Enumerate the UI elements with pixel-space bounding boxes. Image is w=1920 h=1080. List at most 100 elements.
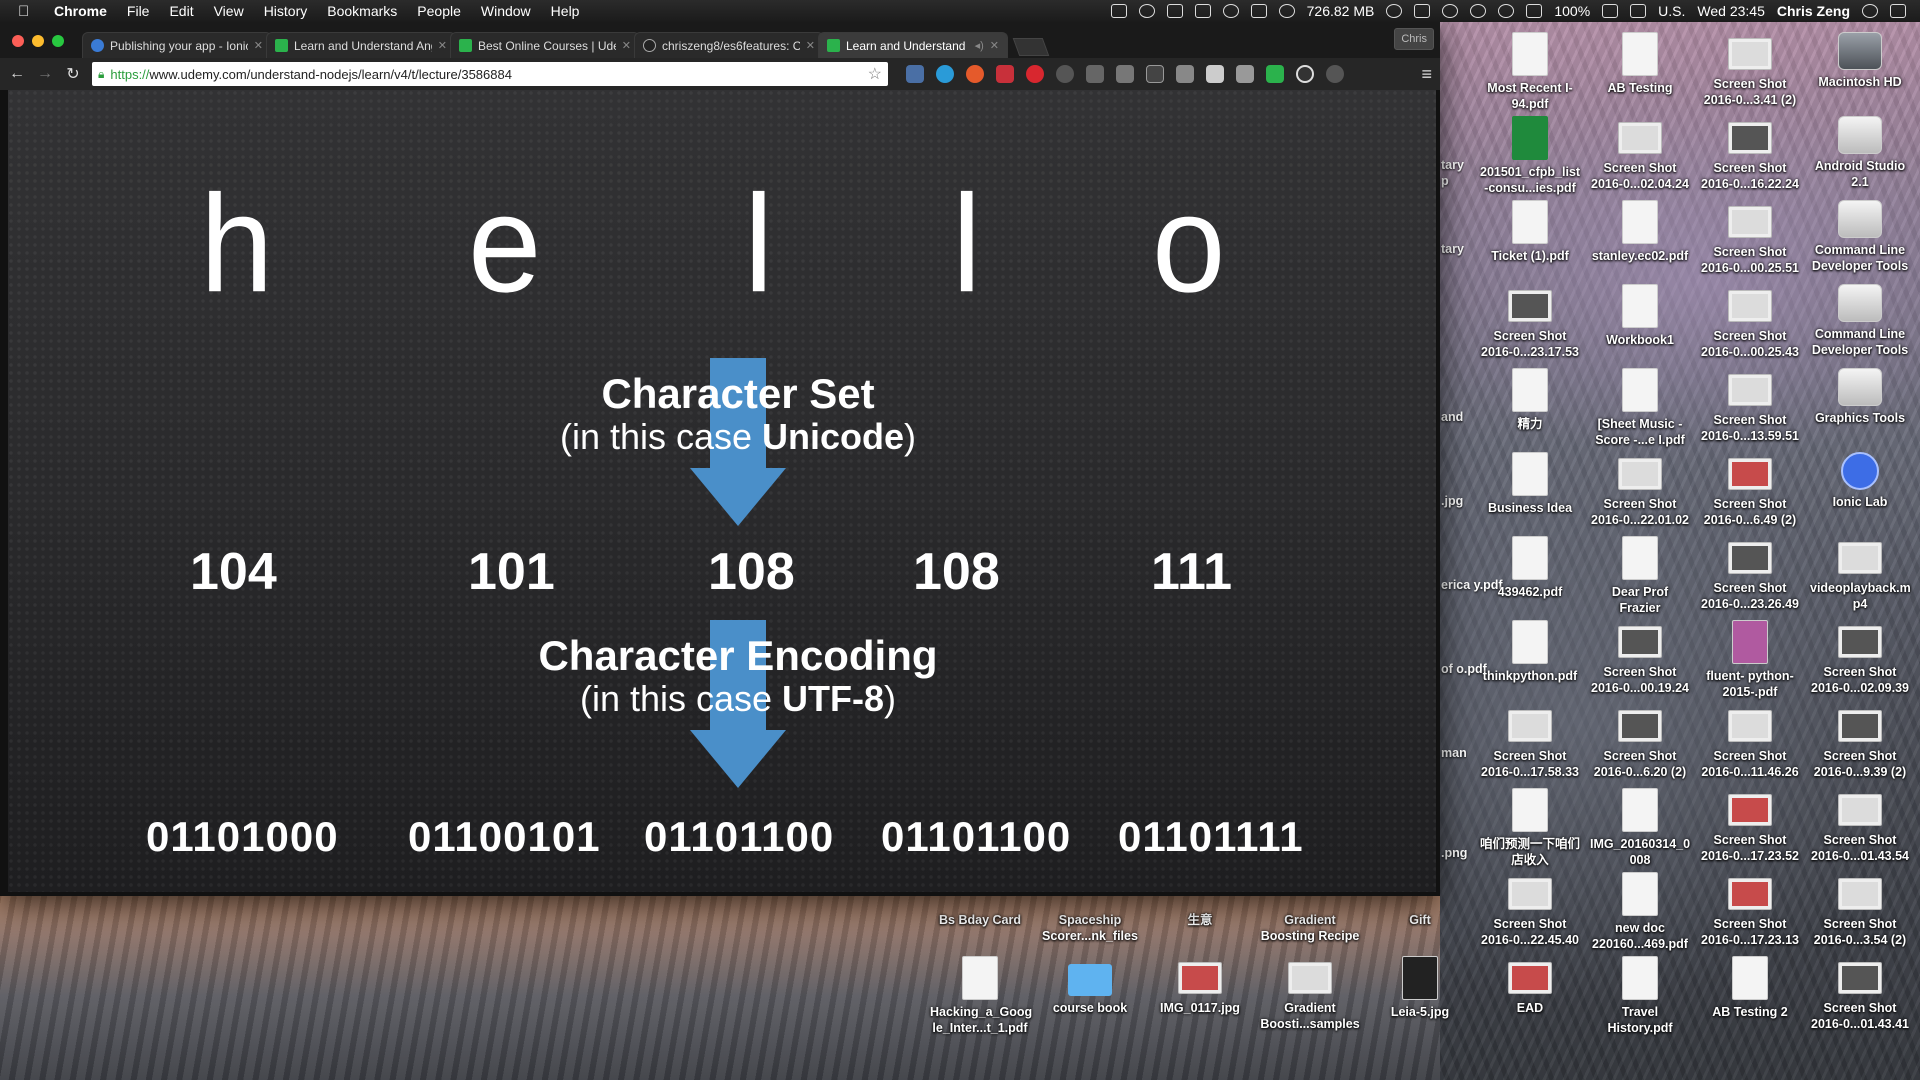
browser-tab[interactable]: Learn and Understand Angular ✕ xyxy=(266,32,456,58)
desktop-file-icon[interactable]: Screen Shot 2016-0...3.41 (2) xyxy=(1700,32,1800,108)
desktop-file-icon[interactable]: Screen Shot 2016-0...22.01.02 xyxy=(1590,452,1690,528)
cut-label[interactable]: tary xyxy=(1441,158,1464,172)
desktop-file-icon[interactable]: [Sheet Music - Score -...e I.pdf xyxy=(1590,368,1690,448)
cut-label[interactable]: tary xyxy=(1441,242,1464,256)
desktop-file-icon[interactable]: Ticket (1).pdf xyxy=(1480,200,1580,264)
cut-label[interactable]: .png xyxy=(1441,846,1467,860)
us-flag-icon[interactable] xyxy=(1630,4,1647,18)
desktop-file-icon[interactable]: Most Recent I-94.pdf xyxy=(1480,32,1580,112)
close-window-button[interactable] xyxy=(12,35,24,47)
desktop-file-icon[interactable]: thinkpython.pdf xyxy=(1480,620,1580,684)
user-name[interactable]: Chris Zeng xyxy=(1777,3,1850,19)
desktop-file-icon[interactable]: Screen Shot 2016-0...02.04.24 xyxy=(1590,116,1690,192)
desktop-app-icon[interactable]: Ionic Lab xyxy=(1810,448,1910,510)
bookmark-star-icon[interactable]: ☆ xyxy=(868,64,882,84)
udemy-extension-icon[interactable] xyxy=(1266,65,1284,83)
desktop-file-icon[interactable]: Screen Shot 2016-0...00.25.51 xyxy=(1700,200,1800,276)
desktop-file-icon[interactable]: Leia-5.jpg xyxy=(1370,956,1470,1020)
block-extension-icon[interactable] xyxy=(1296,65,1314,83)
desktop-file-icon[interactable]: Screen Shot 2016-0...22.45.40 xyxy=(1480,872,1580,948)
desktop-file-icon[interactable]: 439462.pdf xyxy=(1480,536,1580,600)
cloud-icon[interactable] xyxy=(1222,4,1239,18)
desktop-folder-icon[interactable]: course book xyxy=(1040,956,1140,1016)
extension-icon[interactable] xyxy=(1206,65,1224,83)
back-arrow-icon[interactable]: ← xyxy=(8,65,26,83)
menu-view[interactable]: View xyxy=(214,3,244,19)
battery-level[interactable]: 100% xyxy=(1554,3,1590,19)
menu-edit[interactable]: Edit xyxy=(169,3,193,19)
clipboard-icon[interactable] xyxy=(1194,4,1211,18)
spotlight-icon[interactable] xyxy=(1862,4,1878,18)
desktop-drive-icon[interactable]: Android Studio 2.1 xyxy=(1810,112,1910,190)
extension-icon[interactable] xyxy=(1026,65,1044,83)
desktop-file-icon[interactable]: EAD xyxy=(1480,956,1580,1016)
menu-history[interactable]: History xyxy=(264,3,308,19)
desktop-file-icon[interactable]: 精力 xyxy=(1480,368,1580,432)
desktop-file-icon[interactable]: Screen Shot 2016-0...00.19.24 xyxy=(1590,620,1690,696)
reload-icon[interactable]: ↻ xyxy=(64,64,82,84)
close-tab-icon[interactable]: ✕ xyxy=(438,39,447,52)
speaker-icon[interactable]: ◂) xyxy=(975,39,984,52)
timer-extension-icon[interactable] xyxy=(1326,65,1344,83)
menu-window[interactable]: Window xyxy=(481,3,531,19)
extension-icon[interactable] xyxy=(1176,65,1194,83)
memory-gauge-icon[interactable] xyxy=(1278,4,1295,18)
desktop-file-icon[interactable]: Screen Shot 2016-0...9.39 (2) xyxy=(1810,704,1910,780)
desktop-file-icon[interactable]: Travel History.pdf xyxy=(1590,956,1690,1036)
desktop-file-icon[interactable]: Business Idea xyxy=(1480,452,1580,516)
battery-icon[interactable] xyxy=(1602,4,1619,18)
desktop-drive-icon[interactable]: Macintosh HD xyxy=(1810,28,1910,90)
desktop-file-icon[interactable]: IMG_0117.jpg xyxy=(1150,956,1250,1016)
desktop-file-icon[interactable]: Screen Shot 2016-0...00.25.43 xyxy=(1700,284,1800,360)
desktop-file-icon[interactable]: Screen Shot 2016-0...17.23.52 xyxy=(1700,788,1800,864)
gear-extension-icon[interactable] xyxy=(1056,65,1074,83)
extension-icon[interactable] xyxy=(936,65,954,83)
menu-people[interactable]: People xyxy=(417,3,461,19)
browser-tab[interactable]: Best Online Courses | Udemy ✕ xyxy=(450,32,640,58)
volume-icon[interactable] xyxy=(1526,4,1543,18)
airplay-icon[interactable] xyxy=(1414,4,1431,18)
graduation-cap-icon[interactable] xyxy=(1086,65,1104,83)
lite-extension-icon[interactable] xyxy=(996,65,1014,83)
new-tab-button[interactable] xyxy=(1012,38,1050,56)
desktop-file-icon[interactable]: 咱们预测一下咱们店收入 xyxy=(1480,788,1580,868)
desktop-file-icon[interactable]: Screen Shot 2016-0...23.26.49 xyxy=(1700,536,1800,612)
desktop-file-icon[interactable]: Screen Shot 2016-0...13.59.51 xyxy=(1700,368,1800,444)
clock[interactable]: Wed 23:45 xyxy=(1697,3,1764,19)
desktop-file-icon[interactable]: new doc 220160...469.pdf xyxy=(1590,872,1690,952)
desktop-file-icon[interactable]: Screen Shot 2016-0...17.23.13 xyxy=(1700,872,1800,948)
apple-menu-icon[interactable]:  xyxy=(18,3,38,20)
desktop-file-icon[interactable]: IMG_20160314_0 008 xyxy=(1590,788,1690,868)
desktop-file-icon[interactable]: Hacking_a_Goog le_Inter...t_1.pdf xyxy=(930,956,1032,1036)
bluetooth-icon[interactable] xyxy=(1470,4,1487,18)
desktop-file-icon[interactable]: AB Testing 2 xyxy=(1700,956,1800,1020)
desktop-file-icon[interactable]: fluent- python-2015-.pdf xyxy=(1700,620,1800,700)
dropbox-icon[interactable] xyxy=(1110,4,1127,18)
desktop-file-icon[interactable]: Bs Bday Card xyxy=(930,912,1030,928)
browser-tab[interactable]: Publishing your app - Ionic ✕ xyxy=(82,32,272,58)
cut-label[interactable]: p xyxy=(1441,174,1449,188)
profile-button[interactable]: Chris xyxy=(1394,28,1434,50)
desktop-file-icon[interactable]: Screen Shot 2016-0...02.09.39 xyxy=(1810,620,1910,696)
desktop-file-icon[interactable]: 201501_cfpb_list -consu...ies.pdf xyxy=(1480,116,1580,196)
wifi-icon[interactable] xyxy=(1498,4,1515,18)
time-machine-icon[interactable] xyxy=(1442,4,1459,18)
desktop-file-icon[interactable]: Screen Shot 2016-0...11.46.26 xyxy=(1700,704,1800,780)
close-tab-icon[interactable]: ✕ xyxy=(990,39,999,52)
close-tab-icon[interactable]: ✕ xyxy=(254,39,263,52)
minimize-window-button[interactable] xyxy=(32,35,44,47)
chrome-menu-icon[interactable]: ≡ xyxy=(1421,64,1432,85)
desktop-file-icon[interactable]: Spaceship Scorer...nk_files xyxy=(1040,912,1140,944)
desktop-file-icon[interactable]: AB Testing xyxy=(1590,32,1690,96)
menu-bookmarks[interactable]: Bookmarks xyxy=(327,3,397,19)
desktop-file-icon[interactable]: 生意 xyxy=(1150,912,1250,928)
memory-usage[interactable]: 726.82 MB xyxy=(1307,3,1375,19)
cut-label[interactable]: man xyxy=(1441,746,1467,760)
browser-tab[interactable]: chriszeng8/es6features: O ✕ xyxy=(634,32,824,58)
desktop-file-icon[interactable]: Screen Shot 2016-0...6.20 (2) xyxy=(1590,704,1690,780)
eyedropper-icon[interactable] xyxy=(1116,65,1134,83)
cast-icon[interactable] xyxy=(1146,65,1164,83)
desktop-file-icon[interactable]: Screen Shot 2016-0...16.22.24 xyxy=(1700,116,1800,192)
drive-sync-icon[interactable] xyxy=(1166,4,1183,18)
desktop-drive-icon[interactable]: Command Line Developer Tools xyxy=(1810,280,1910,358)
